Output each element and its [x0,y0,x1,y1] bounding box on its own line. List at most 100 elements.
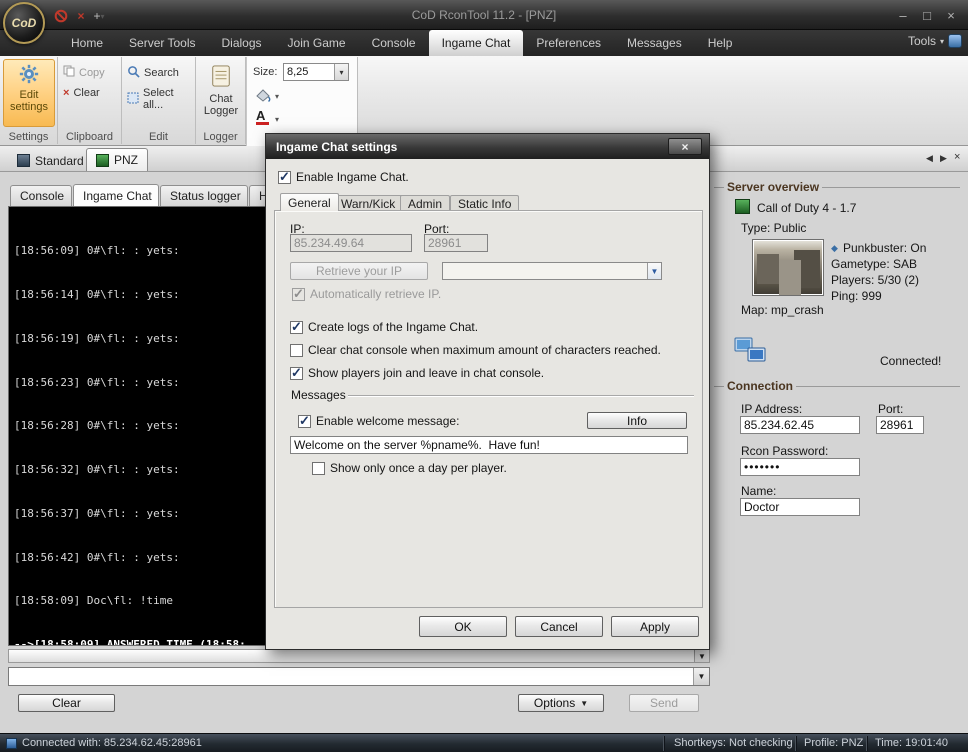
ip-address-field[interactable] [740,416,860,434]
checkbox-box [290,343,303,357]
statusbar-shortkeys: Shortkeys: Not checking [674,737,793,749]
map-thumbnail [752,239,824,296]
tab-scroll-left-icon[interactable]: ◀ [926,153,933,164]
ok-button[interactable]: OK [419,616,507,637]
options-button[interactable]: Options ▼ [518,694,604,712]
tools-label: Tools [907,34,936,48]
font-color-letter: A [256,108,266,123]
dialog-tab-warn-kick[interactable]: Warn/Kick [333,195,404,211]
checkbox-box [290,365,303,381]
map-building [757,254,779,284]
create-logs-checkbox[interactable]: Create logs of the Ingame Chat. [290,319,479,335]
clear-chat-console-checkbox[interactable]: Clear chat console when maximum amount o… [290,343,661,357]
map-road [779,260,801,295]
cod4-game-icon [735,199,750,217]
messages-group-label: Messages [291,388,346,402]
font-color-dropdown[interactable]: ▾ [275,115,279,124]
console-horizontal-scrollbar[interactable]: ▼ [8,649,710,663]
menu-tab-messages[interactable]: Messages [614,30,695,56]
menu-tab-help[interactable]: Help [695,30,746,56]
server-overview-title: Server overview [724,180,823,194]
menu-tab-home[interactable]: Home [58,30,116,56]
enable-ingame-chat-checkbox[interactable]: Enable Ingame Chat. [278,169,409,185]
edit-settings-button[interactable]: Edit settings [3,59,55,127]
dialog-tab-static-info[interactable]: Static Info [450,195,520,211]
show-once-checkbox[interactable]: Show only once a day per player. [312,461,507,475]
chat-message-combo[interactable]: ▼ [8,667,710,686]
tab-pnz[interactable]: PNZ [86,148,148,171]
send-label: Send [649,696,679,710]
clear-console-button[interactable]: Clear [18,694,115,712]
rcon-password-field[interactable] [740,458,860,476]
subtab-status-logger[interactable]: Status logger [160,185,248,206]
menu-tab-dialogs[interactable]: Dialogs [209,30,275,56]
pnz-profile-icon [96,153,109,167]
tab-standard[interactable]: Standard [8,149,93,172]
tools-menu[interactable]: Tools ▾ [908,34,962,48]
cancel-button[interactable]: Cancel [515,616,603,637]
copy-icon [63,65,75,80]
select-all-icon [127,92,139,107]
apply-button[interactable]: Apply [611,616,699,637]
dialog-tab-admin[interactable]: Admin [400,195,451,211]
enable-welcome-checkbox[interactable]: Enable welcome message: [298,413,459,429]
font-size-combo[interactable]: 8,25 ▾ [283,63,349,81]
dialog-port-field[interactable] [424,234,488,252]
server-select-combo[interactable]: ▼ [442,262,662,280]
tab-static-info-label: Static Info [458,196,512,211]
cancel-label: Cancel [540,619,578,634]
search-button[interactable]: Search [127,65,179,81]
menu-tab-server-tools[interactable]: Server Tools [116,30,208,56]
clear-clipboard-button[interactable]: × Clear [63,87,100,99]
subtab-ingame-chat[interactable]: Ingame Chat [73,184,159,206]
welcome-message-field[interactable] [290,436,688,454]
chat-logger-label: Chat Logger [203,93,239,117]
fill-color-dropdown[interactable]: ▾ [275,92,279,101]
search-icon [127,65,140,81]
tab-close-icon[interactable]: × [954,151,960,163]
statusbar-divider [663,736,664,751]
chat-logger-button[interactable]: Chat Logger [199,59,243,127]
select-all-button[interactable]: Select all... [127,87,195,111]
dialog-tab-general[interactable]: General [280,193,339,211]
search-label: Search [144,67,179,79]
tab-warn-kick-label: Warn/Kick [341,196,396,211]
subtab-console[interactable]: Console [10,185,72,206]
menu-tab-ingame-chat[interactable]: Ingame Chat [428,30,524,56]
scroll-down-icon[interactable]: ▼ [694,650,709,662]
checkbox-box [298,413,311,429]
copy-button[interactable]: Copy [63,65,105,80]
name-field[interactable] [740,498,860,516]
dialog-ip-field[interactable] [290,234,412,252]
enable-ingame-chat-label: Enable Ingame Chat. [296,170,409,184]
info-button[interactable]: Info [587,412,687,429]
rcon-password-label: Rcon Password: [741,444,829,458]
font-color-icon[interactable]: A [256,108,269,125]
connection-title: Connection [724,379,796,393]
menu-tab-join-game[interactable]: Join Game [275,30,359,56]
send-button[interactable]: Send [629,694,699,712]
scrollbar-track[interactable] [9,650,694,662]
title-bar: × + ▾ CoD RconTool 11.2 - [PNZ] – □ × [0,0,968,30]
close-button[interactable]: × [941,6,961,24]
dialog-close-button[interactable]: × [668,138,702,155]
chevron-down-icon[interactable]: ▼ [647,263,661,279]
standard-profile-icon [17,154,30,167]
minimize-button[interactable]: – [893,6,913,24]
show-players-checkbox[interactable]: Show players join and leave in chat cons… [290,365,544,381]
menu-tab-console[interactable]: Console [359,30,429,56]
fill-color-icon[interactable] [255,88,271,106]
statusbar-time: Time: 19:01:40 [875,737,948,749]
chat-history-dropdown-icon[interactable]: ▼ [693,668,709,685]
auto-retrieve-ip-checkbox[interactable]: Automatically retrieve IP. [292,286,441,302]
edit-settings-label: Edit settings [10,89,48,113]
retrieve-ip-button[interactable]: Retrieve your IP [290,262,428,280]
create-logs-label: Create logs of the Ingame Chat. [308,320,479,334]
tab-scroll-right-icon[interactable]: ▶ [940,153,947,164]
maximize-button[interactable]: □ [917,6,937,24]
port-field[interactable] [876,416,924,434]
menu-tab-preferences[interactable]: Preferences [523,30,614,56]
bullet-diamond-icon: ◆ [831,243,838,253]
chevron-down-icon[interactable]: ▾ [334,64,348,80]
chat-message-input[interactable] [9,668,693,685]
